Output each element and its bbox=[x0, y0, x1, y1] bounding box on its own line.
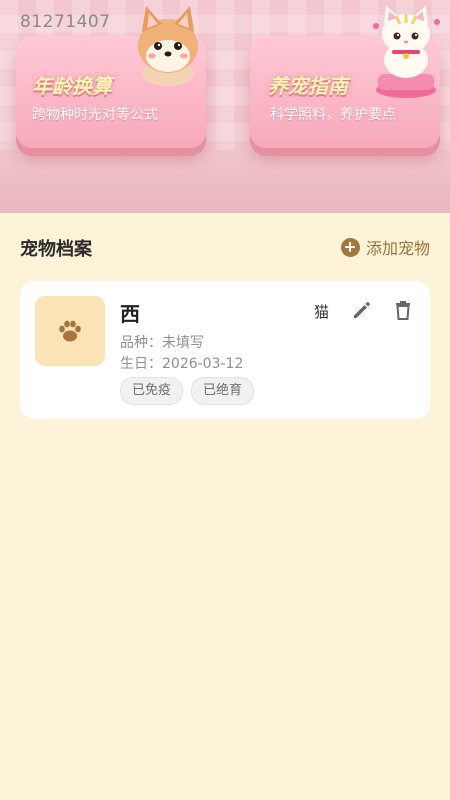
pet-name: 西 bbox=[120, 302, 140, 326]
pet-tags: 已免疫 已绝育 bbox=[120, 377, 262, 405]
pet-records-header: 宠物档案 添加宠物 bbox=[20, 232, 430, 262]
breed-value: 未填写 bbox=[162, 335, 204, 351]
top-banner: 81271407 年龄换算 跨物种时光对等公式 养宠指南 科学照料，养护要点 bbox=[0, 0, 450, 213]
age-conversion-title: 年龄换算 bbox=[32, 74, 112, 98]
edit-icon bbox=[354, 302, 370, 318]
pet-avatar bbox=[35, 296, 105, 366]
birthday-label: 生日： bbox=[120, 356, 162, 372]
app-id-text: 81271407 bbox=[20, 12, 111, 32]
pet-birthday: 生日：2026-03-12 bbox=[120, 353, 243, 373]
delete-icon bbox=[396, 301, 410, 320]
pet-guide-title: 养宠指南 bbox=[268, 74, 348, 98]
vaccinated-tag: 已免疫 bbox=[120, 377, 184, 405]
pet-type: 猫 bbox=[314, 303, 330, 321]
pet-breed: 品种：未填写 bbox=[120, 332, 204, 352]
neutered-tag: 已绝育 bbox=[191, 377, 255, 405]
dog-mascot-icon bbox=[138, 6, 198, 86]
add-pet-button[interactable]: 添加宠物 bbox=[340, 234, 430, 260]
add-icon bbox=[340, 237, 360, 257]
edit-button[interactable] bbox=[350, 298, 374, 322]
paw-icon bbox=[59, 320, 81, 342]
cat-mascot-icon bbox=[373, 6, 440, 98]
breed-label: 品种： bbox=[120, 335, 162, 351]
banner-floor bbox=[0, 150, 450, 213]
pet-guide-subtitle: 科学照料，养护要点 bbox=[270, 107, 396, 123]
pet-card[interactable]: 西 猫 品种：未填写 生日：2026-03-12 已免疫 已绝育 bbox=[20, 281, 430, 419]
section-title: 宠物档案 bbox=[20, 239, 92, 260]
age-conversion-subtitle: 跨物种时光对等公式 bbox=[32, 107, 158, 123]
delete-button[interactable] bbox=[391, 298, 415, 322]
birthday-value: 2026-03-12 bbox=[162, 356, 244, 372]
add-pet-label: 添加宠物 bbox=[365, 239, 430, 258]
